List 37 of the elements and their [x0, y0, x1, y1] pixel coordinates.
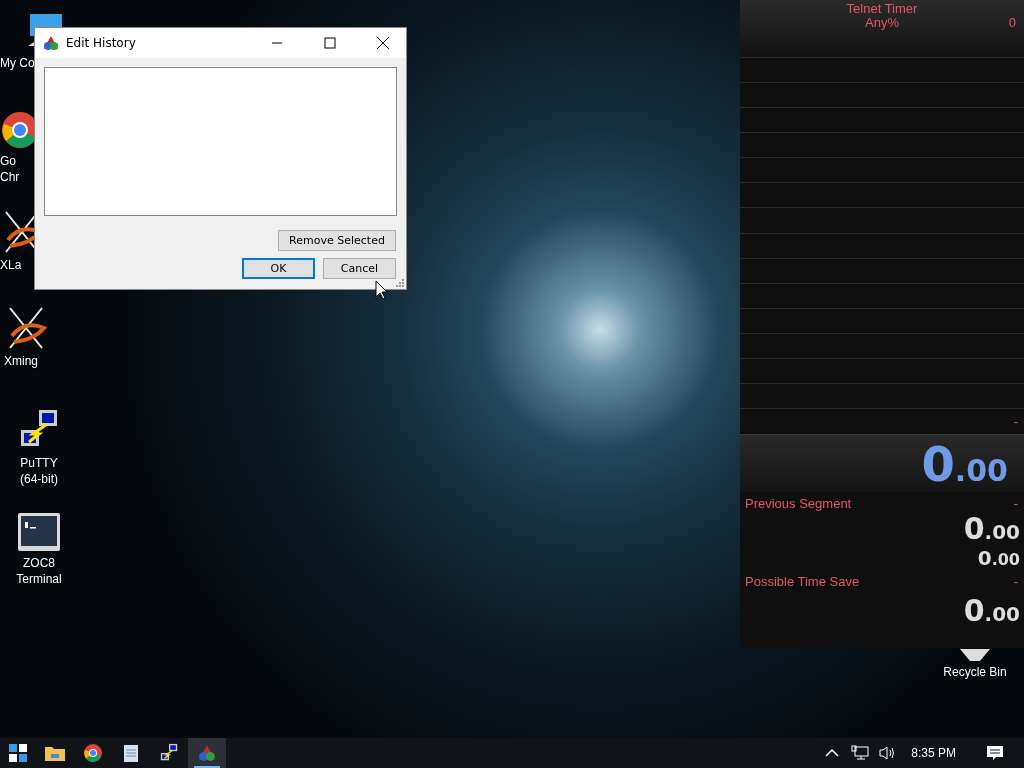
segment-timer: 0.00	[963, 511, 1020, 546]
folder-icon	[45, 745, 65, 761]
icon-label: ZOC8 Terminal	[16, 555, 62, 587]
maximize-icon	[322, 37, 338, 49]
terminals-lightning-icon	[159, 743, 179, 763]
stat-value: -	[1013, 574, 1018, 589]
split-delta: -	[1013, 414, 1018, 429]
mouse-pointer-icon	[375, 280, 388, 300]
taskbar-app-button[interactable]	[188, 738, 226, 768]
ok-button[interactable]: OK	[242, 258, 315, 279]
cancel-button[interactable]: Cancel	[323, 258, 396, 279]
main-timer: 0.00	[921, 435, 1008, 492]
attempt-count: 0	[1008, 14, 1016, 32]
segment-best-time: 0.00	[977, 546, 1020, 570]
stat-value: -	[1013, 496, 1018, 511]
icon-label: XLa	[0, 257, 22, 273]
remove-selected-button[interactable]: Remove Selected	[278, 230, 396, 251]
close-icon	[375, 37, 391, 49]
stat-label: Previous Segment	[745, 496, 852, 511]
icon-label: PuTTY (64-bit)	[20, 455, 58, 487]
terminal-icon[interactable]	[17, 512, 61, 552]
icon-label: My Co	[0, 55, 35, 71]
windows-logo-icon	[9, 744, 27, 762]
sum-time: 0.00	[963, 593, 1020, 628]
app-logo-icon	[198, 744, 216, 762]
run-title: Telnet Timer	[846, 2, 918, 16]
stat-label: Possible Time Save	[745, 574, 860, 589]
chrome-logo-icon	[83, 743, 103, 763]
window-title: Edit History	[66, 36, 137, 50]
notepad-icon	[123, 743, 139, 763]
icon-label: Go Chr	[0, 153, 20, 185]
run-category: Any%	[865, 16, 899, 30]
app-logo-icon	[43, 35, 59, 51]
icon-label: Xming	[4, 353, 38, 369]
icon-label: Recycle Bin	[943, 664, 1007, 680]
clock: 8:35 PM	[910, 746, 957, 760]
resize-grip-icon[interactable]	[395, 278, 404, 287]
